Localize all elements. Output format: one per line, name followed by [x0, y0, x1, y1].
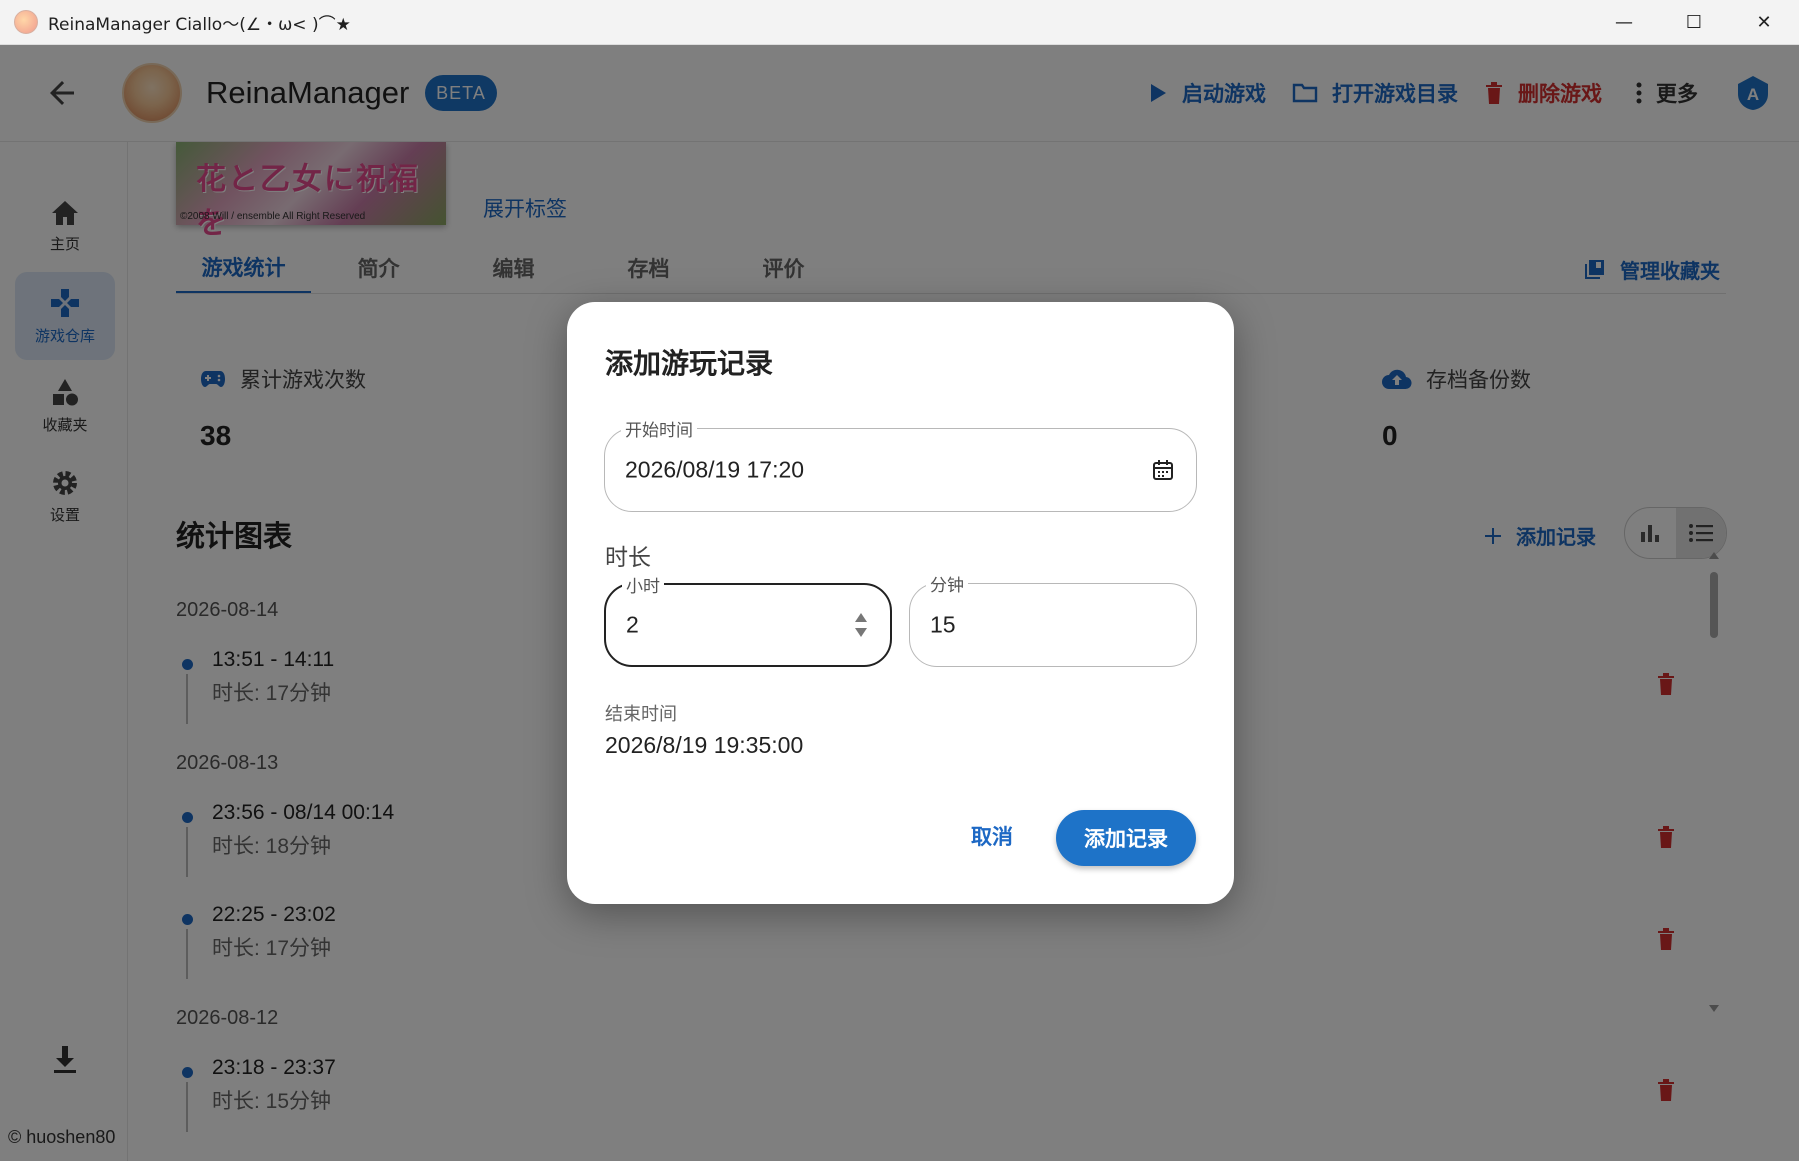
submit-record-button[interactable]: 添加记录: [1056, 810, 1196, 866]
app-logo-icon: [14, 10, 38, 34]
minutes-value: 15: [930, 611, 956, 638]
minimize-button[interactable]: —: [1589, 0, 1659, 45]
add-record-dialog: 添加游玩记录 开始时间 2026/08/19 17:20 时长 小时 2 分钟 …: [567, 302, 1234, 904]
start-time-field[interactable]: 开始时间 2026/08/19 17:20: [604, 416, 1197, 512]
end-time-value: 2026/8/19 19:35:00: [605, 732, 804, 758]
start-time-label: 开始时间: [621, 416, 697, 441]
hours-input[interactable]: 小时 2: [604, 572, 892, 667]
maximize-button[interactable]: ☐: [1659, 0, 1729, 45]
hours-label: 小时: [622, 572, 664, 597]
minutes-label: 分钟: [926, 571, 968, 596]
hours-value: 2: [626, 611, 639, 638]
dialog-title: 添加游玩记录: [605, 347, 774, 380]
calendar-icon[interactable]: [1152, 459, 1174, 481]
spinner-arrows-icon[interactable]: [854, 611, 868, 639]
close-button[interactable]: ✕: [1729, 0, 1799, 45]
window-title: ReinaManager Ciallo～(∠・ω< )⌒★: [48, 14, 351, 35]
duration-label: 时长: [605, 544, 651, 570]
window-titlebar: ReinaManager Ciallo～(∠・ω< )⌒★ — ☐ ✕: [0, 0, 1799, 45]
end-time-label: 结束时间: [605, 704, 677, 724]
cancel-button[interactable]: 取消: [947, 810, 1037, 862]
minutes-input[interactable]: 分钟 15: [909, 571, 1197, 667]
start-time-value: 2026/08/19 17:20: [625, 456, 805, 483]
